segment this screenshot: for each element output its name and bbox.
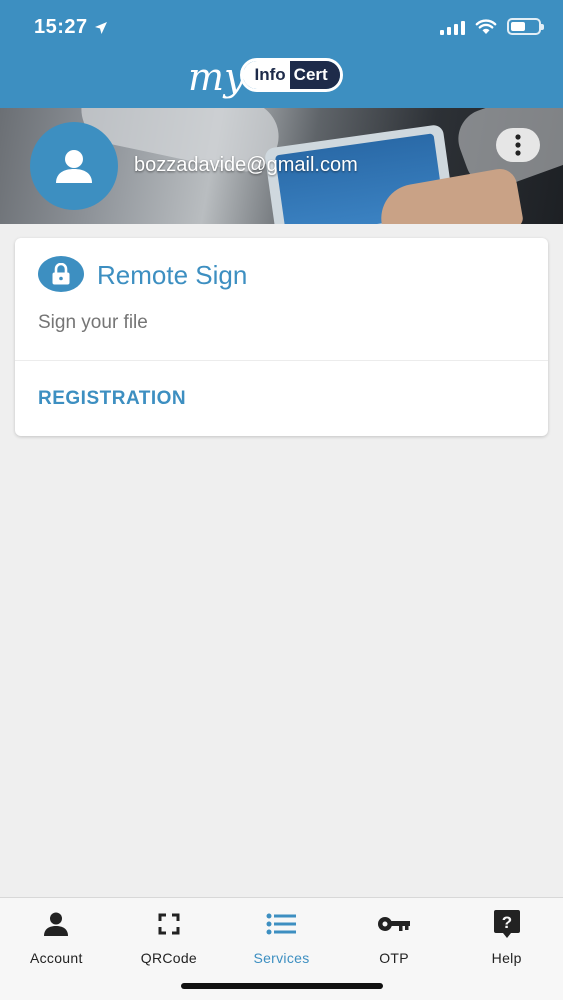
status-time: 15:27 [34,16,108,39]
logo-my: my [188,55,246,99]
card-divider [15,360,548,361]
profile-banner: bozzadavide@gmail.com [0,108,563,224]
app-logo: my Info Cert [188,55,343,99]
key-icon [378,917,411,931]
wifi-icon [475,18,497,34]
home-indicator [181,983,383,989]
cellular-signal-icon [440,19,465,35]
top-bar: 15:27 my Info Cert [0,0,563,108]
tab-otp-label: OTP [379,950,409,966]
logo-cert: Cert [289,61,340,89]
tab-help[interactable]: ? Help [450,898,563,1000]
card-title: Remote Sign [97,260,248,290]
registration-button[interactable]: REGISTRATION [38,388,186,410]
remote-sign-card: Remote Sign Sign your file REGISTRATION [15,238,548,436]
svg-text:?: ? [501,913,511,932]
tab-account[interactable]: Account [0,898,113,1000]
status-time-text: 15:27 [34,16,88,38]
more-vertical-icon [515,134,521,156]
tab-account-label: Account [29,950,83,966]
person-icon [44,912,69,936]
user-email: bozzadavide@gmail.com [134,154,358,176]
tab-qrcode-label: QRCode [140,950,198,966]
logo-info: Info [242,61,290,89]
more-options-button[interactable] [496,128,540,162]
help-icon: ? [493,910,520,938]
lock-icon [52,263,70,285]
tab-services-label: Services [253,950,310,966]
battery-icon [507,18,544,35]
avatar[interactable] [30,122,118,210]
person-icon [56,150,92,183]
service-icon-badge [38,256,84,292]
qrcode-scan-icon [158,913,180,935]
location-arrow-icon [94,21,107,34]
status-indicators [440,18,544,35]
tab-help-label: Help [491,950,522,966]
card-subtitle: Sign your file [38,312,148,333]
list-icon [266,913,297,935]
logo-pill: Info Cert [239,58,343,92]
